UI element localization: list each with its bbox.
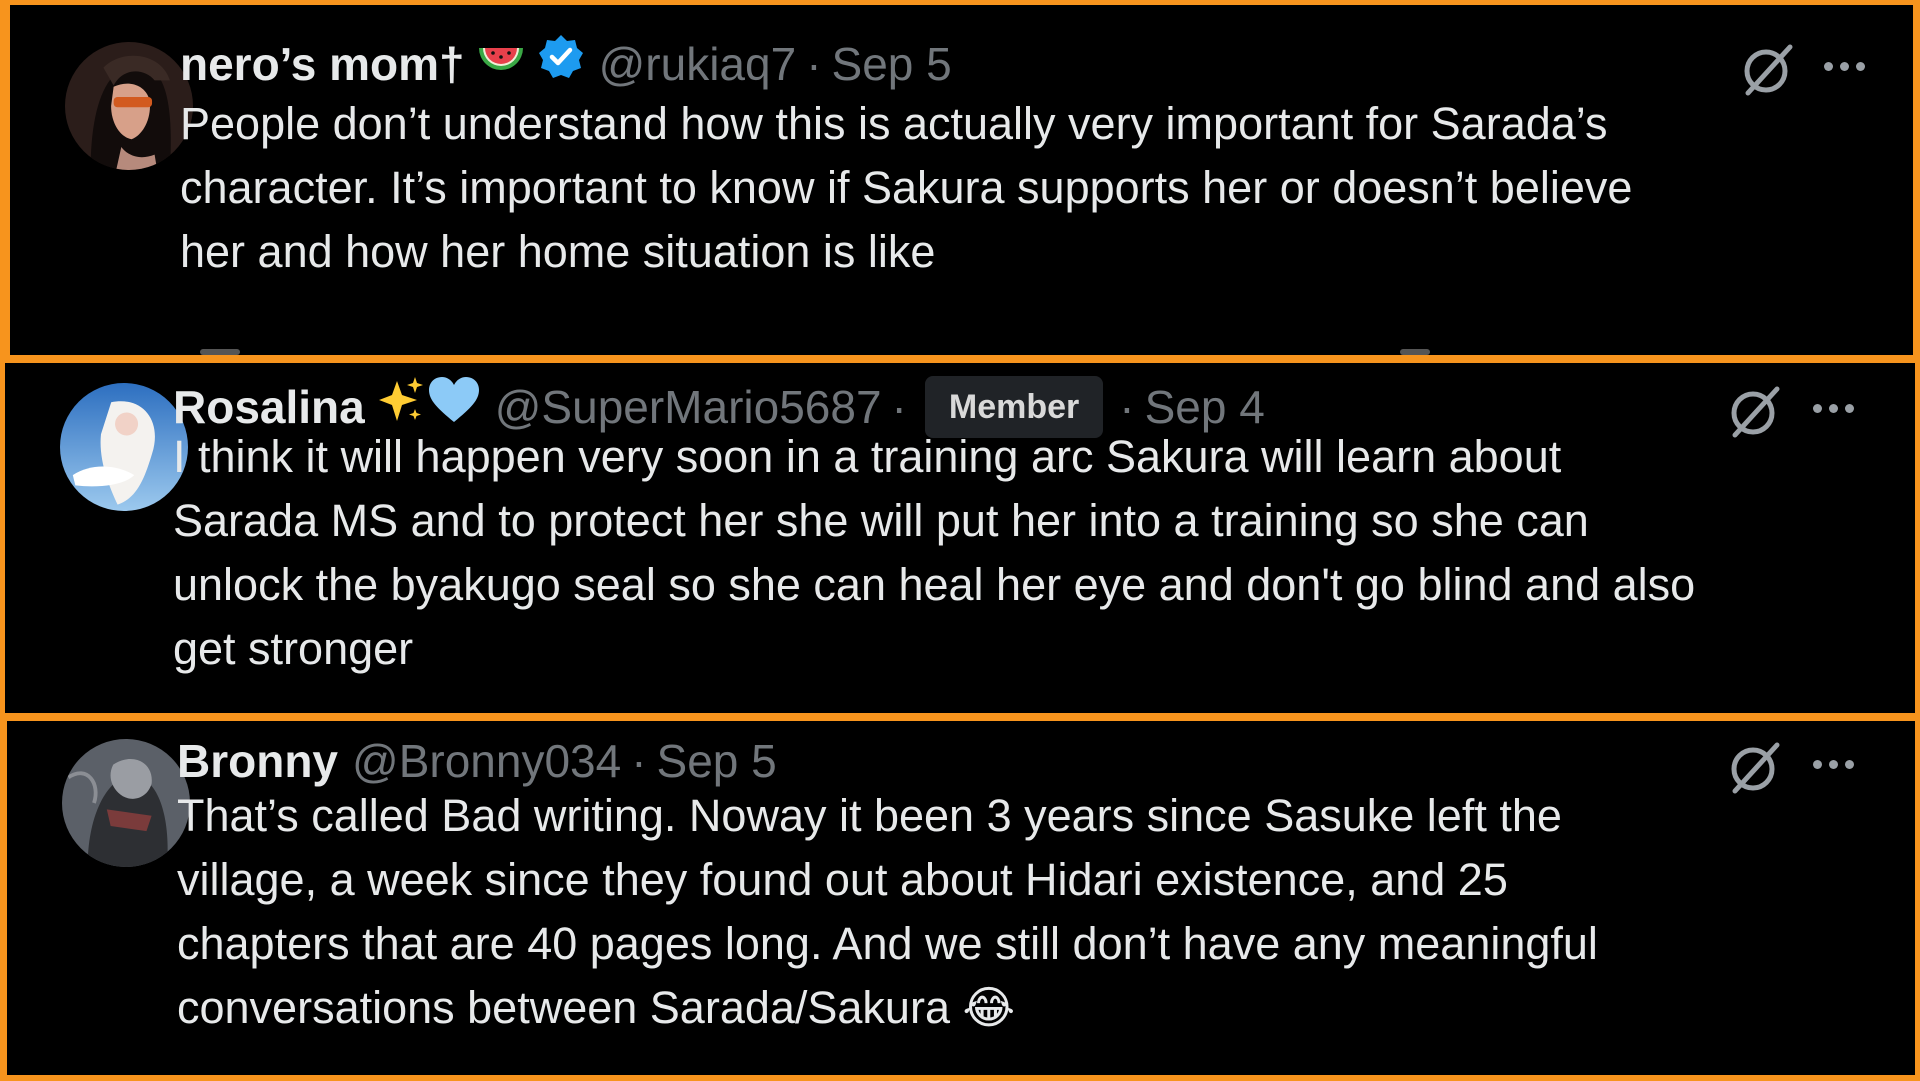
avatar-image: [62, 739, 190, 867]
display-name[interactable]: nero’s mom†: [180, 34, 465, 94]
screenshot-frame: nero’s mom† @rukiaq7 · Sep 5 People don’…: [0, 0, 1920, 1081]
tweet-text: People don’t understand how this is actu…: [180, 98, 1633, 277]
display-name[interactable]: Bronny: [177, 731, 338, 791]
more-options-icon[interactable]: [1813, 756, 1861, 774]
separator-dot: ·: [631, 735, 647, 787]
grok-icon[interactable]: [1725, 381, 1785, 446]
tweet-reply[interactable]: nero’s mom† @rukiaq7 · Sep 5 People don’…: [10, 5, 1913, 355]
tweet-reply[interactable]: Rosalina @SuperMario5687 · Member · Sep …: [5, 363, 1915, 713]
post-date[interactable]: Sep 5: [657, 731, 777, 791]
tweet-text: That’s called Bad writing. Noway it been…: [177, 790, 1598, 1033]
grok-icon[interactable]: [1738, 39, 1798, 104]
more-options-icon[interactable]: [1824, 58, 1872, 76]
action-bar-peek: [1400, 349, 1430, 355]
grok-icon[interactable]: [1725, 737, 1785, 802]
avatar-image: [65, 42, 193, 170]
post-date[interactable]: Sep 5: [832, 34, 952, 94]
avatar-image: [60, 383, 188, 511]
watermelon-icon: [475, 34, 527, 94]
avatar[interactable]: [65, 42, 193, 170]
separator-dot: ·: [806, 38, 822, 90]
user-handle[interactable]: @rukiaq7: [599, 34, 797, 94]
user-handle[interactable]: @Bronny034: [352, 731, 621, 791]
verified-badge-icon[interactable]: [537, 33, 585, 95]
tweet-header: Bronny @Bronny034 · Sep 5: [177, 731, 777, 791]
avatar[interactable]: [60, 383, 188, 511]
tweet-reply[interactable]: Bronny @Bronny034 · Sep 5 That’s called …: [7, 721, 1915, 1075]
tweet-text: I think it will happen very soon in a tr…: [173, 431, 1696, 674]
more-options-icon[interactable]: [1813, 400, 1861, 418]
action-bar-peek: [200, 349, 240, 355]
avatar[interactable]: [62, 739, 190, 867]
tweet-header: nero’s mom† @rukiaq7 · Sep 5: [180, 33, 952, 95]
